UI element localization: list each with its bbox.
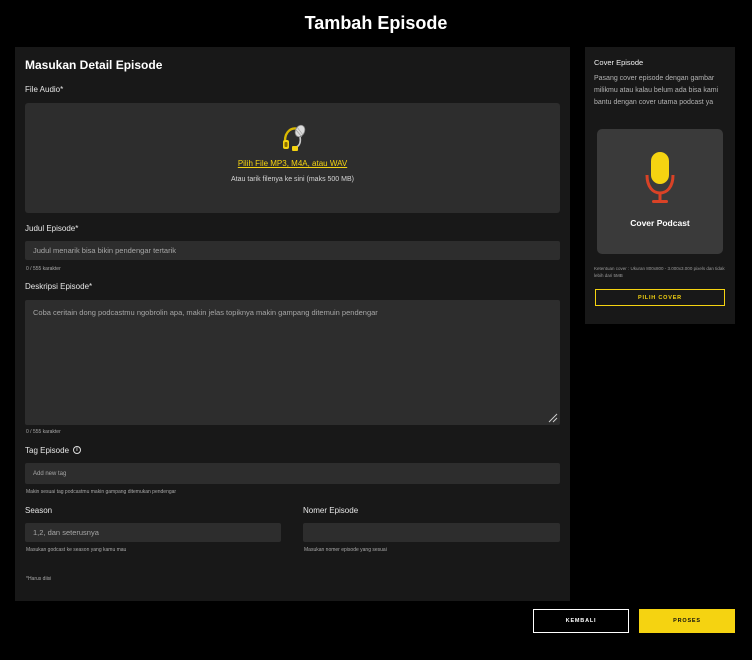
season-hint: Masukan godcast ke season yang kamu mau	[26, 547, 127, 553]
episode-title-input[interactable]: Judul menarik bisa bikin pendengar terta…	[25, 241, 560, 260]
title-label: Judul Episode*	[25, 224, 79, 233]
required-note: *Harus diisi	[26, 576, 52, 582]
choose-audio-file-link[interactable]: Pilih File MP3, M4A, atau WAV	[25, 159, 560, 168]
choose-cover-button[interactable]: PILIH COVER	[595, 289, 725, 306]
tag-input[interactable]: Add new tag	[25, 463, 560, 484]
episode-description-textarea[interactable]: Coba ceritain dong podcastmu ngobrolin a…	[25, 300, 560, 425]
process-button[interactable]: PROSES	[639, 609, 735, 633]
page-title: Tambah Episode	[304, 13, 448, 33]
description-label: Deskripsi Episode*	[25, 282, 93, 291]
cover-panel: Cover Episode Pasang cover episode denga…	[585, 47, 735, 324]
headphones-mic-icon	[283, 124, 306, 151]
season-label: Season	[25, 506, 53, 515]
episode-number-input[interactable]	[303, 523, 560, 542]
episode-number-label: Nomer Episode	[303, 506, 359, 515]
tag-hint: Makin sesuai tag podcastmu makin gampang…	[26, 489, 177, 495]
description-char-counter: 0 / 555 karakter	[26, 429, 61, 435]
episode-details-panel: Masukan Detail Episode File Audio* Pilih…	[15, 47, 570, 601]
audio-upload-dropzone[interactable]: Pilih File MP3, M4A, atau WAV Atau tarik…	[25, 103, 560, 213]
cover-label: Cover Podcast	[630, 218, 690, 228]
back-button[interactable]: KEMBALI	[533, 609, 629, 633]
episode-number-hint: Masukan nomer episode yang sesuai	[304, 547, 387, 553]
info-icon[interactable]: i	[73, 446, 81, 454]
tag-label: Tag Episode	[25, 446, 70, 455]
description-placeholder: Coba ceritain dong podcastmu ngobrolin a…	[33, 308, 378, 317]
resize-handle-icon[interactable]	[548, 413, 558, 423]
section-title: Masukan Detail Episode	[25, 58, 163, 72]
cover-title: Cover Episode	[594, 58, 644, 67]
cover-requirements: Ketentuan cover : Ukuran 800x800 - 3.000…	[594, 266, 725, 278]
audio-label: File Audio*	[25, 85, 64, 94]
cover-preview: Cover Podcast	[597, 129, 723, 254]
drag-drop-hint: Atau tarik filenya ke sini (maks 500 MB)	[231, 176, 354, 183]
title-char-counter: 0 / 555 karakter	[26, 266, 61, 272]
microphone-icon	[645, 152, 675, 203]
cover-description: Pasang cover episode dengan gambar milik…	[594, 75, 719, 106]
season-input[interactable]: 1,2, dan seterusnya	[25, 523, 281, 542]
